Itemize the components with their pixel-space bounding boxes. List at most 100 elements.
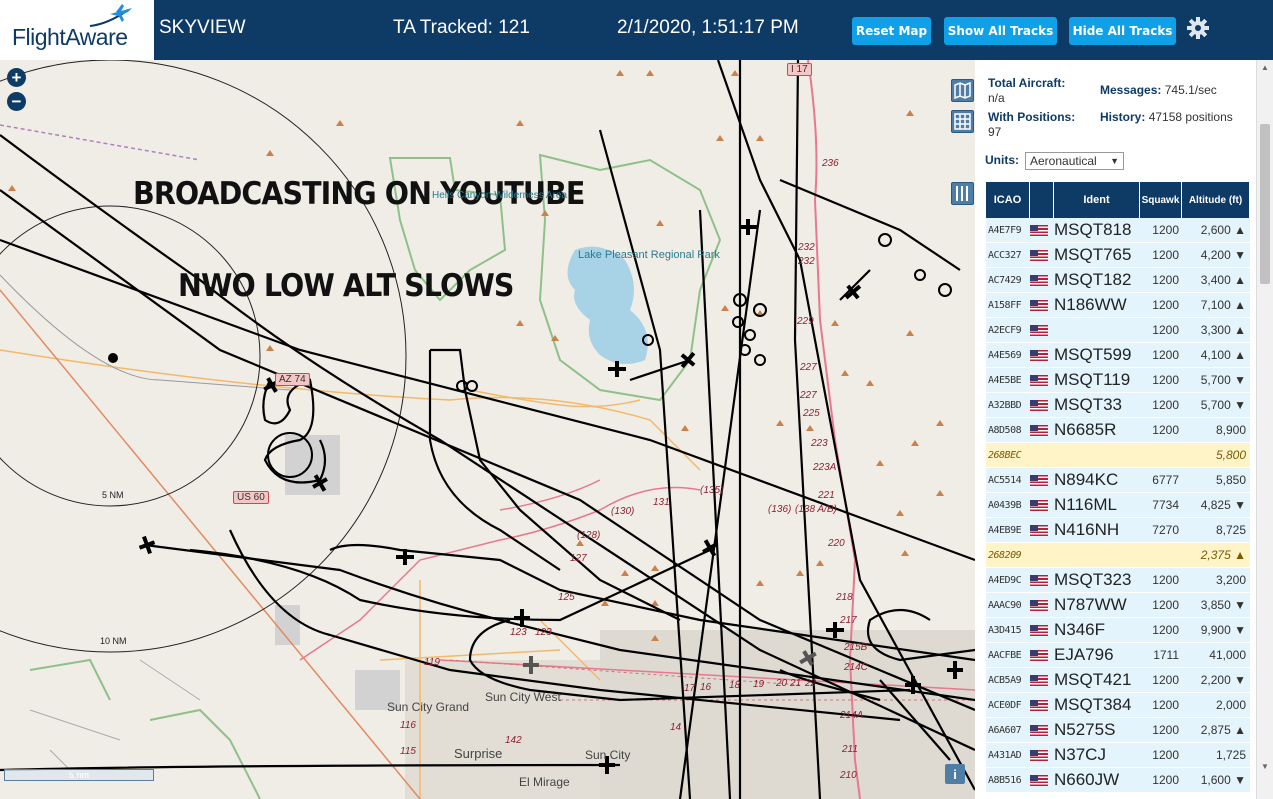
chevron-down-icon: ▼ bbox=[1110, 156, 1119, 166]
table-row[interactable]: AAAC90 N787WW 1200 3,850 ▼ bbox=[986, 593, 1250, 618]
squawk-cell: 1200 bbox=[1152, 348, 1179, 362]
gear-icon[interactable] bbox=[1186, 16, 1210, 40]
us-flag-icon bbox=[1030, 399, 1048, 411]
squawk-cell: 1200 bbox=[1152, 398, 1179, 412]
show-all-tracks-button[interactable]: Show All Tracks bbox=[944, 17, 1057, 45]
zoom-in-button[interactable]: + bbox=[7, 68, 26, 87]
table-row[interactable]: A4E5BE MSQT119 1200 5,700 ▼ bbox=[986, 368, 1250, 393]
us-flag-icon bbox=[1030, 574, 1048, 586]
us-flag-icon bbox=[1030, 499, 1048, 511]
road-marker: 210 bbox=[840, 770, 857, 781]
table-row[interactable]: AC5514 N894KC 6777 5,850 bbox=[986, 468, 1250, 493]
icao-cell: A2ECF9 bbox=[988, 324, 1022, 336]
table-row[interactable]: A4E7F9 MSQT818 1200 2,600 ▲ bbox=[986, 218, 1250, 243]
table-row[interactable]: 268209 2,375 ▲ bbox=[986, 543, 1250, 568]
squawk-cell: 1200 bbox=[1152, 573, 1179, 587]
table-row[interactable]: A32BBD MSQT33 1200 5,700 ▼ bbox=[986, 393, 1250, 418]
squawk-cell: 6777 bbox=[1152, 473, 1179, 487]
flag-cell bbox=[1030, 374, 1054, 386]
col-flag[interactable] bbox=[1030, 182, 1054, 218]
zoom-out-button[interactable]: − bbox=[7, 92, 26, 111]
ident-cell: MSQT599 bbox=[1054, 345, 1132, 364]
table-row[interactable]: A4EB9E N416NH 7270 8,725 bbox=[986, 518, 1250, 543]
altitude-cell: 5,800 bbox=[1215, 448, 1246, 462]
road-marker: 229 bbox=[797, 316, 814, 327]
us-flag-icon bbox=[1030, 524, 1048, 536]
map-layers-button[interactable] bbox=[951, 79, 974, 102]
us-flag-icon bbox=[1030, 249, 1048, 261]
total-aircraft-value: n/a bbox=[988, 91, 1005, 105]
table-row[interactable]: ACC327 MSQT765 1200 4,200 ▼ bbox=[986, 243, 1250, 268]
road-marker: 215B bbox=[844, 642, 868, 653]
table-row[interactable]: A6A607 N5275S 1200 2,875 ▲ bbox=[986, 718, 1250, 743]
us-flag-icon bbox=[1030, 349, 1048, 361]
squawk-cell: 1711 bbox=[1153, 648, 1179, 662]
table-header: ICAO Ident Squawk Altitude (ft) bbox=[986, 182, 1250, 218]
table-row[interactable]: A8D508 N6685R 1200 8,900 bbox=[986, 418, 1250, 443]
table-row[interactable]: ACB5A9 MSQT421 1200 2,200 ▼ bbox=[986, 668, 1250, 693]
flag-cell bbox=[1030, 424, 1054, 436]
table-toggle-button[interactable] bbox=[951, 182, 974, 205]
table-row[interactable]: ACE0DF MSQT384 1200 2,000 bbox=[986, 693, 1250, 718]
units-select[interactable]: Aeronautical ▼ bbox=[1025, 152, 1124, 170]
app-name: SKYVIEW bbox=[159, 17, 246, 38]
us60-shield: US 60 bbox=[233, 491, 269, 504]
altitude-cell: 2,600 ▲ bbox=[1200, 223, 1246, 237]
road-marker: 123 bbox=[510, 627, 527, 638]
table-row[interactable]: AACFBE EJA796 1711 41,000 bbox=[986, 643, 1250, 668]
lake-label: Lake Pleasant Regional Park bbox=[578, 249, 720, 261]
road-marker: 232 bbox=[798, 256, 815, 267]
table-row[interactable]: A3D415 N346F 1200 9,900 ▼ bbox=[986, 618, 1250, 643]
ident-cell: N37CJ bbox=[1054, 745, 1106, 764]
col-squawk[interactable]: Squawk bbox=[1140, 182, 1182, 218]
col-ident[interactable]: Ident bbox=[1054, 182, 1140, 218]
table-row[interactable]: A0439B N116ML 7734 4,825 ▼ bbox=[986, 493, 1250, 518]
hide-all-tracks-button[interactable]: Hide All Tracks bbox=[1069, 17, 1176, 45]
sun-city-label: Sun City bbox=[585, 748, 631, 762]
table-row[interactable]: A4E569 MSQT599 1200 4,100 ▲ bbox=[986, 343, 1250, 368]
ident-cell: N787WW bbox=[1054, 595, 1127, 614]
sidebar-scrollbar[interactable]: ▲ ▼ bbox=[1256, 60, 1273, 799]
flag-cell bbox=[1030, 724, 1054, 736]
table-row[interactable]: AC7429 MSQT182 1200 3,400 ▲ bbox=[986, 268, 1250, 293]
altitude-cell: 2,000 bbox=[1215, 698, 1246, 712]
us-flag-icon bbox=[1030, 649, 1048, 661]
map-view[interactable]: + − BROADCASTING ON YOUTUBE NWO LOW ALT … bbox=[0, 60, 975, 799]
table-row[interactable]: A8B516 N660JW 1200 1,600 ▼ bbox=[986, 768, 1250, 793]
info-icon[interactable]: i bbox=[945, 764, 965, 784]
squawk-cell: 7734 bbox=[1152, 498, 1179, 512]
messages-stat: Messages: 745.1/sec bbox=[1100, 83, 1217, 98]
map-scale-bar: 5 nm bbox=[4, 769, 154, 781]
col-icao[interactable]: ICAO bbox=[986, 182, 1030, 218]
grid-toggle-button[interactable] bbox=[951, 110, 974, 133]
road-marker: 221 bbox=[818, 490, 835, 501]
az74-shield: AZ 74 bbox=[275, 373, 310, 386]
icao-cell: ACB5A9 bbox=[988, 674, 1022, 686]
flightaware-logo[interactable]: FlightAware bbox=[0, 0, 154, 60]
altitude-cell: 2,875 ▲ bbox=[1200, 723, 1246, 737]
us-flag-icon bbox=[1030, 274, 1048, 286]
altitude-cell: 8,725 bbox=[1215, 523, 1246, 537]
squawk-cell: 1200 bbox=[1152, 223, 1179, 237]
scroll-up-icon[interactable]: ▲ bbox=[1261, 63, 1269, 72]
road-marker: 16 bbox=[700, 682, 712, 693]
scroll-thumb[interactable] bbox=[1260, 124, 1270, 284]
table-row[interactable]: 268BEC 5,800 bbox=[986, 443, 1250, 468]
datetime: 2/1/2020, 1:51:17 PM bbox=[617, 17, 799, 38]
reset-map-button[interactable]: Reset Map bbox=[852, 17, 931, 45]
table-row[interactable]: A2ECF9 1200 3,300 ▲ bbox=[986, 318, 1250, 343]
el-mirage-label: El Mirage bbox=[519, 775, 570, 789]
squawk-cell: 1200 bbox=[1152, 723, 1179, 737]
us-flag-icon bbox=[1030, 599, 1048, 611]
table-row[interactable]: A4ED9C MSQT323 1200 3,200 bbox=[986, 568, 1250, 593]
altitude-cell: 7,100 ▲ bbox=[1200, 298, 1246, 312]
table-row[interactable]: A431AD N37CJ 1200 1,725 bbox=[986, 743, 1250, 768]
squawk-cell: 1200 bbox=[1152, 323, 1179, 337]
col-altitude[interactable]: Altitude (ft) bbox=[1182, 182, 1250, 218]
road-marker: 220 bbox=[828, 538, 845, 549]
altitude-cell: 3,850 ▼ bbox=[1200, 598, 1246, 612]
ident-cell: MSQT765 bbox=[1054, 245, 1132, 264]
scroll-down-icon[interactable]: ▼ bbox=[1261, 762, 1269, 771]
us-flag-icon bbox=[1030, 374, 1048, 386]
table-row[interactable]: A158FF N186WW 1200 7,100 ▲ bbox=[986, 293, 1250, 318]
